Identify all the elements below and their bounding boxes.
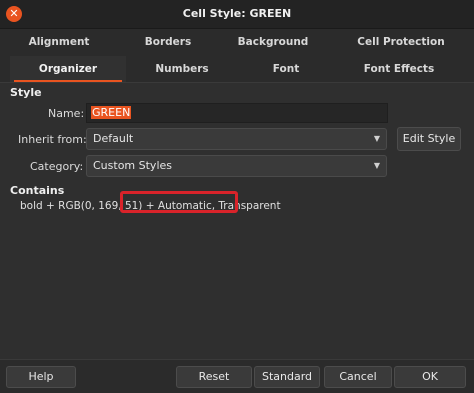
category-value: Custom Styles <box>93 159 172 172</box>
dropdown-arrow-icon: ▼ <box>373 161 380 170</box>
inherit-from-select[interactable]: Default ▼ <box>86 128 387 150</box>
contains-heading: Contains <box>10 184 65 197</box>
dropdown-arrow-icon: ▼ <box>373 134 380 143</box>
ok-button[interactable]: OK <box>394 366 466 388</box>
tab-row-bottom: Organizer Numbers Font Font Effects <box>0 56 474 83</box>
inherit-value: Default <box>93 132 134 145</box>
category-label: Category: <box>30 160 84 173</box>
name-field[interactable]: GREEN <box>86 103 388 123</box>
name-label: Name: <box>48 107 85 120</box>
highlight-box <box>120 191 238 213</box>
tab-background[interactable]: Background <box>218 29 328 55</box>
tab-font-effects[interactable]: Font Effects <box>334 56 464 82</box>
category-select[interactable]: Custom Styles ▼ <box>86 155 387 177</box>
tab-row-top: Alignment Borders Background Cell Protec… <box>0 29 474 55</box>
inherit-label: Inherit from: <box>18 133 87 146</box>
reset-button[interactable]: Reset <box>176 366 252 388</box>
style-heading: Style <box>10 86 42 99</box>
tab-organizer[interactable]: Organizer <box>10 56 126 82</box>
organizer-panel: Style Name: GREEN Inherit from: Default … <box>0 83 474 359</box>
title-bar: ✕ Cell Style: GREEN <box>0 0 474 29</box>
edit-style-button[interactable]: Edit Style <box>397 127 461 151</box>
button-bar: Help Reset Standard Cancel OK <box>0 359 474 393</box>
help-button[interactable]: Help <box>6 366 76 388</box>
tab-cell-protection[interactable]: Cell Protection <box>328 29 474 55</box>
tab-borders[interactable]: Borders <box>118 29 218 55</box>
tab-alignment[interactable]: Alignment <box>0 29 118 55</box>
tab-font[interactable]: Font <box>238 56 334 82</box>
tab-numbers[interactable]: Numbers <box>126 56 238 82</box>
standard-button[interactable]: Standard <box>254 366 320 388</box>
window-title: Cell Style: GREEN <box>182 7 292 20</box>
cancel-button[interactable]: Cancel <box>324 366 392 388</box>
name-value: GREEN <box>91 106 132 119</box>
